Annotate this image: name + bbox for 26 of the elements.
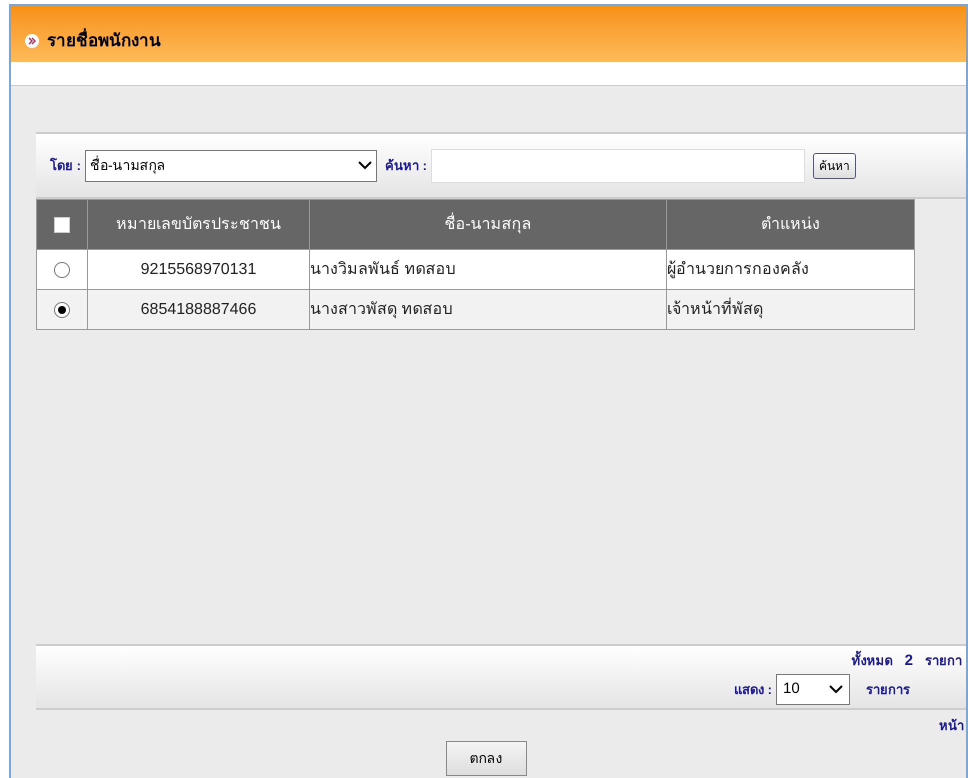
- select-all-checkbox[interactable]: [54, 216, 70, 232]
- total-count: 2: [904, 650, 913, 670]
- table-cell: นางสาวพัสดุ ทดสอบ: [310, 290, 666, 330]
- page-title: รายชื่อพนักงาน: [47, 28, 161, 54]
- page-label: หน้า: [939, 716, 964, 734]
- row-radio[interactable]: [54, 302, 70, 318]
- ok-button[interactable]: ตกลง: [446, 741, 526, 776]
- total-unit: รายกา: [925, 652, 962, 670]
- page-size-select[interactable]: 10: [776, 674, 850, 705]
- search-field[interactable]: [430, 148, 805, 182]
- table-cell: เจ้าหน้าที่พัสดุ: [666, 290, 914, 330]
- show-unit: รายการ: [866, 680, 910, 699]
- show-label: แสดง :: [734, 680, 772, 699]
- by-label: โดย :: [50, 156, 81, 175]
- row-radio[interactable]: [54, 262, 70, 278]
- search-label: ค้นหา :: [384, 156, 427, 175]
- column-header: ตำแหน่ง: [666, 200, 914, 250]
- column-header: ชื่อ-นามสกุล: [310, 200, 666, 250]
- chevron-down-icon: [358, 161, 372, 170]
- chevron-down-icon: [829, 685, 843, 694]
- double-chevron-icon: [25, 34, 39, 48]
- search-by-select[interactable]: ชื่อ-นามสกุล: [84, 150, 377, 182]
- search-button[interactable]: ค้นหา: [812, 152, 856, 178]
- table-cell: 6854188887466: [88, 290, 310, 330]
- column-header: หมายเลขบัตรประชาชน: [88, 200, 310, 250]
- total-label: ทั้งหมด: [852, 651, 893, 670]
